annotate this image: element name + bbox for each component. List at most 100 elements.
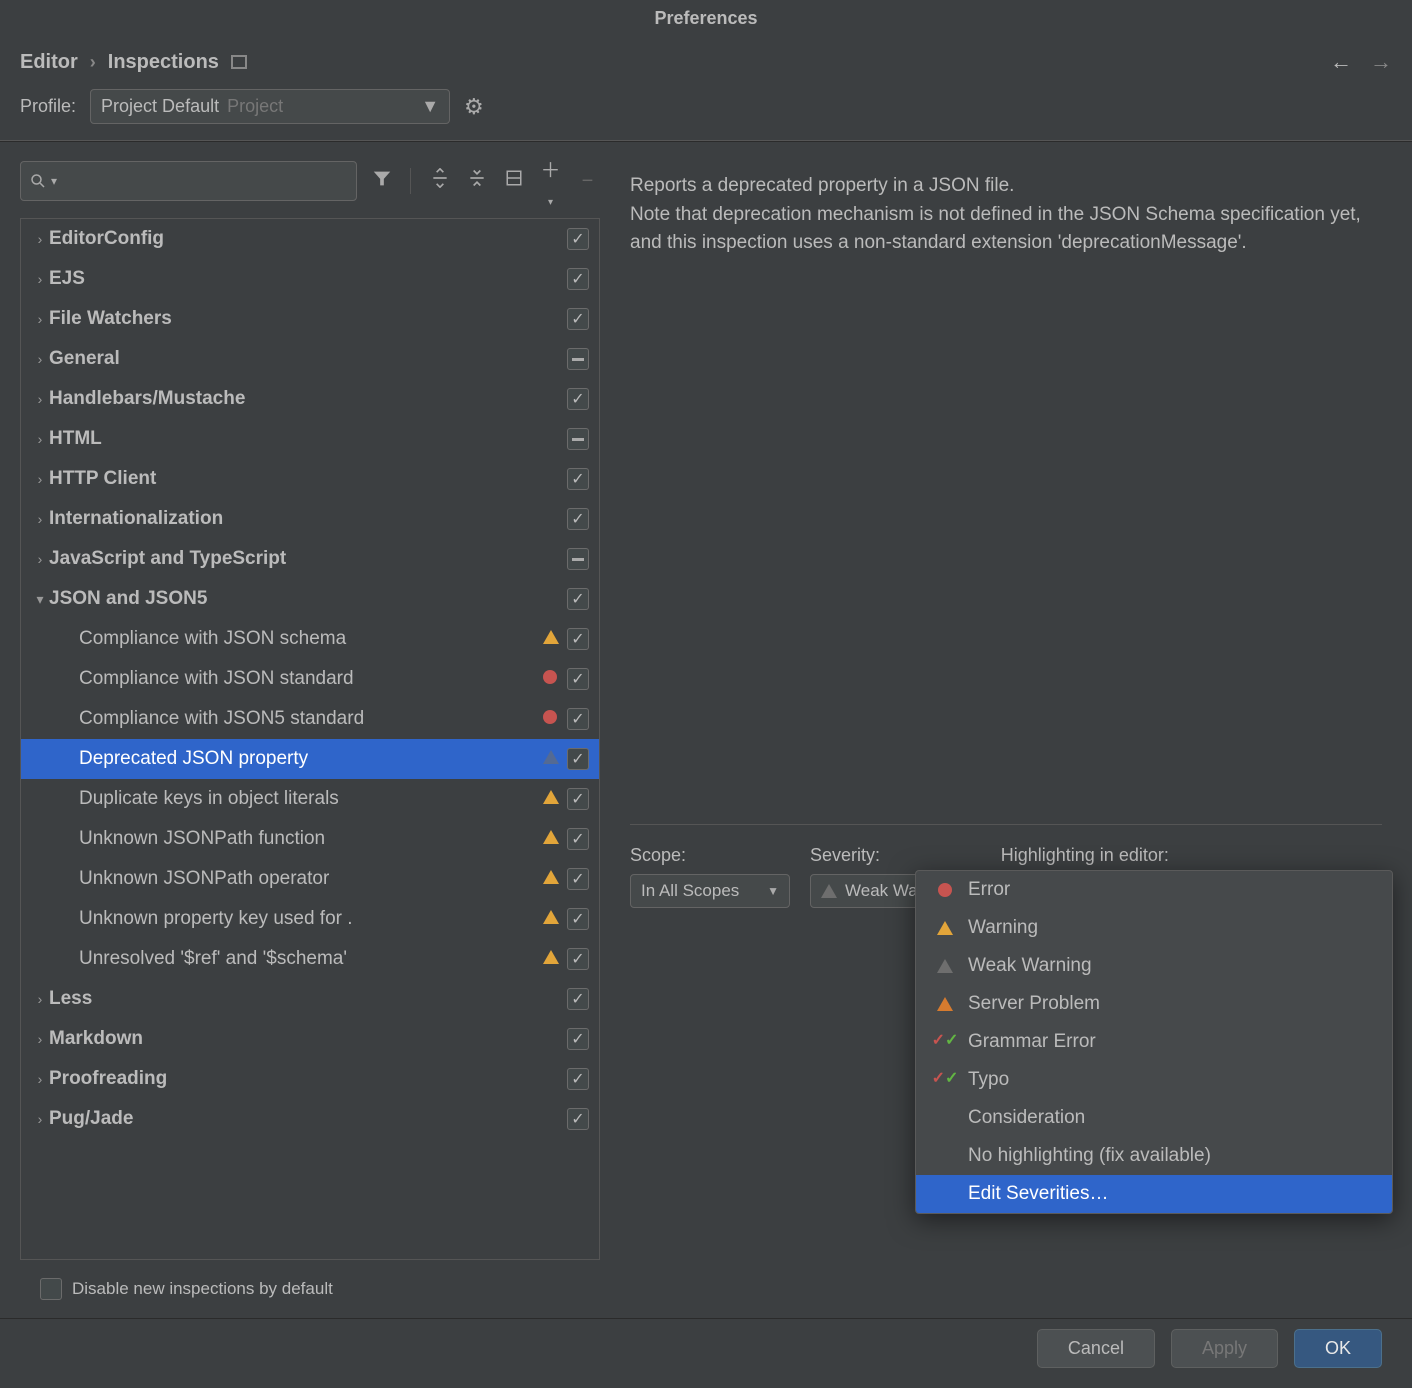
tree-item[interactable]: Unknown JSONPath function ✓ bbox=[21, 819, 599, 859]
expand-arrow-icon[interactable]: › bbox=[31, 351, 49, 367]
checkbox[interactable]: ✓ bbox=[567, 988, 589, 1010]
forward-arrow-icon[interactable]: → bbox=[1370, 49, 1392, 75]
severity-option[interactable]: Weak Warning bbox=[916, 947, 1392, 985]
tree-category[interactable]: › HTTP Client ✓ bbox=[21, 459, 599, 499]
warning-icon bbox=[543, 630, 559, 644]
checkbox[interactable]: ✓ bbox=[567, 228, 589, 250]
expand-arrow-icon[interactable]: › bbox=[31, 431, 49, 447]
expand-arrow-icon[interactable]: › bbox=[31, 391, 49, 407]
tree-item[interactable]: Compliance with JSON standard ✓ bbox=[21, 659, 599, 699]
severity-option[interactable]: Server Problem bbox=[916, 985, 1392, 1023]
expand-arrow-icon[interactable]: › bbox=[31, 1111, 49, 1127]
severity-option[interactable]: Warning bbox=[916, 909, 1392, 947]
profile-select[interactable]: Project Default Project ▼ bbox=[90, 89, 450, 124]
severity-option[interactable]: ✓✓ Typo bbox=[916, 1061, 1392, 1099]
weak-warning-icon bbox=[821, 884, 837, 898]
breadcrumb-root[interactable]: Editor bbox=[20, 51, 78, 74]
expand-arrow-icon[interactable]: › bbox=[31, 311, 49, 327]
warning-icon bbox=[937, 921, 953, 935]
tree-item[interactable]: Duplicate keys in object literals ✓ bbox=[21, 779, 599, 819]
tree-category[interactable]: › Internationalization ✓ bbox=[21, 499, 599, 539]
remove-icon[interactable]: − bbox=[575, 170, 600, 193]
disable-new-row: Disable new inspections by default bbox=[20, 1260, 600, 1318]
expand-arrow-icon[interactable]: › bbox=[31, 1031, 49, 1047]
reset-icon[interactable] bbox=[501, 169, 526, 193]
checkbox[interactable]: ✓ bbox=[567, 508, 589, 530]
severity-option[interactable]: Error bbox=[916, 871, 1392, 909]
search-input[interactable]: ▾ bbox=[20, 161, 357, 201]
checkbox[interactable]: ✓ bbox=[567, 308, 589, 330]
checkbox[interactable]: ✓ bbox=[567, 1068, 589, 1090]
tree-category[interactable]: › File Watchers ✓ bbox=[21, 299, 599, 339]
tree-category[interactable]: › JavaScript and TypeScript bbox=[21, 539, 599, 579]
tree-category[interactable]: › General bbox=[21, 339, 599, 379]
checkbox[interactable]: ✓ bbox=[567, 788, 589, 810]
tree-category[interactable]: › Handlebars/Mustache ✓ bbox=[21, 379, 599, 419]
tree-category[interactable]: › Markdown ✓ bbox=[21, 1019, 599, 1059]
back-arrow-icon[interactable]: ← bbox=[1330, 49, 1352, 75]
checkbox[interactable]: ✓ bbox=[567, 948, 589, 970]
tree-category[interactable]: › Proofreading ✓ bbox=[21, 1059, 599, 1099]
checkbox[interactable]: ✓ bbox=[567, 748, 589, 770]
checkbox[interactable]: ✓ bbox=[567, 588, 589, 610]
tree-category[interactable]: › Pug/Jade ✓ bbox=[21, 1099, 599, 1139]
error-icon bbox=[543, 670, 557, 684]
expand-arrow-icon[interactable]: › bbox=[31, 1071, 49, 1087]
gear-icon[interactable]: ⚙ bbox=[464, 94, 484, 120]
tree-item[interactable]: Unknown property key used for . ✓ bbox=[21, 899, 599, 939]
checkbox[interactable] bbox=[567, 348, 589, 370]
expand-arrow-icon[interactable]: › bbox=[31, 231, 49, 247]
edit-severities[interactable]: Edit Severities… bbox=[916, 1175, 1392, 1213]
checkbox[interactable]: ✓ bbox=[567, 628, 589, 650]
chevron-right-icon: › bbox=[90, 52, 96, 73]
tree-item-label: Unknown JSONPath function bbox=[79, 828, 533, 850]
inspection-tree[interactable]: › EditorConfig ✓ › EJS ✓ › File Watchers… bbox=[20, 218, 600, 1260]
tree-category[interactable]: › EditorConfig ✓ bbox=[21, 219, 599, 259]
severity-option[interactable]: No highlighting (fix available) bbox=[916, 1137, 1392, 1175]
severity-option[interactable]: ✓✓ Grammar Error bbox=[916, 1023, 1392, 1061]
checkbox[interactable]: ✓ bbox=[567, 1108, 589, 1130]
expand-arrow-icon[interactable]: › bbox=[31, 551, 49, 567]
cancel-button[interactable]: Cancel bbox=[1037, 1329, 1155, 1368]
tree-item[interactable]: Unresolved '$ref' and '$schema' ✓ bbox=[21, 939, 599, 979]
tree-category[interactable]: › Less ✓ bbox=[21, 979, 599, 1019]
checkbox[interactable]: ✓ bbox=[567, 268, 589, 290]
tree-item[interactable]: Deprecated JSON property ✓ bbox=[21, 739, 599, 779]
add-icon[interactable]: ＋▾ bbox=[538, 154, 563, 208]
checkbox[interactable]: ✓ bbox=[567, 868, 589, 890]
checkbox[interactable]: ✓ bbox=[567, 908, 589, 930]
filter-icon[interactable] bbox=[369, 167, 394, 195]
window-icon bbox=[231, 55, 247, 69]
tree-label: HTTP Client bbox=[49, 468, 567, 490]
checkbox[interactable] bbox=[567, 548, 589, 570]
tree-label: Less bbox=[49, 988, 567, 1010]
checkbox[interactable]: ✓ bbox=[567, 468, 589, 490]
collapse-all-icon[interactable] bbox=[464, 168, 489, 194]
severity-option[interactable]: Consideration bbox=[916, 1099, 1392, 1137]
tree-item-label: Unresolved '$ref' and '$schema' bbox=[79, 948, 533, 970]
checkbox[interactable]: ✓ bbox=[567, 668, 589, 690]
tree-label: Proofreading bbox=[49, 1068, 567, 1090]
tree-item[interactable]: Unknown JSONPath operator ✓ bbox=[21, 859, 599, 899]
expand-arrow-icon[interactable]: › bbox=[31, 511, 49, 527]
expand-all-icon[interactable] bbox=[427, 168, 452, 194]
apply-button[interactable]: Apply bbox=[1171, 1329, 1278, 1368]
checkbox[interactable]: ✓ bbox=[567, 388, 589, 410]
expand-arrow-icon[interactable]: › bbox=[31, 991, 49, 1007]
expand-arrow-icon[interactable]: ▾ bbox=[31, 591, 49, 608]
checkbox[interactable]: ✓ bbox=[567, 828, 589, 850]
tree-item[interactable]: Compliance with JSON5 standard ✓ bbox=[21, 699, 599, 739]
tree-category[interactable]: ▾ JSON and JSON5 ✓ bbox=[21, 579, 599, 619]
expand-arrow-icon[interactable]: › bbox=[31, 271, 49, 287]
scope-select[interactable]: In All Scopes ▼ bbox=[630, 874, 790, 908]
ok-button[interactable]: OK bbox=[1294, 1329, 1382, 1368]
tree-item[interactable]: Compliance with JSON schema ✓ bbox=[21, 619, 599, 659]
disable-new-checkbox[interactable] bbox=[40, 1278, 62, 1300]
checkbox[interactable]: ✓ bbox=[567, 708, 589, 730]
severity-popup[interactable]: Error Warning Weak Warning Server Proble… bbox=[915, 870, 1393, 1214]
checkbox[interactable] bbox=[567, 428, 589, 450]
tree-category[interactable]: › EJS ✓ bbox=[21, 259, 599, 299]
expand-arrow-icon[interactable]: › bbox=[31, 471, 49, 487]
tree-category[interactable]: › HTML bbox=[21, 419, 599, 459]
checkbox[interactable]: ✓ bbox=[567, 1028, 589, 1050]
